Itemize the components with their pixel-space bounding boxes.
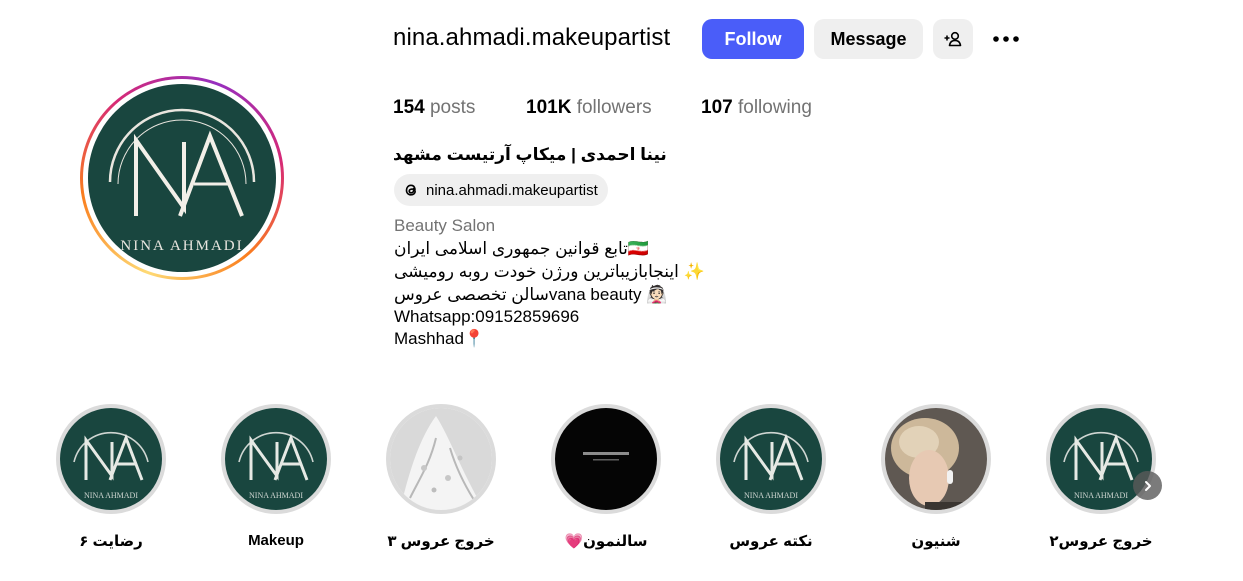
bio-line: تابع قوانین جمهوری اسلامی ایران🇮🇷 [394,239,650,258]
profile-full-name: نینا احمدی | میکاپ آرتیست مشهد [393,145,667,164]
highlight-label: رضایت ۶ [79,533,143,550]
threads-handle: nina.ahmadi.makeupartist [426,181,598,199]
highlight-cover-hair [885,408,987,510]
bio-line: اینجابازیباترین ورژن خودت روبه رومیشی ✨ [394,262,705,281]
threads-link[interactable]: nina.ahmadi.makeupartist [394,174,608,206]
story-highlight[interactable]: NINA AHMADI نکته عروس [706,404,836,550]
highlights-next-button[interactable] [1133,471,1162,500]
bio-line: Whatsapp:09152859696 [394,307,580,326]
suggested-users-button[interactable] [933,19,973,59]
more-horizontal-icon [991,34,1019,44]
threads-icon [402,181,420,199]
story-highlight[interactable]: NINA AHMADI Makeup [211,404,341,549]
bio-line: Mashhad📍 [394,329,486,348]
more-options-button[interactable] [985,26,1021,52]
story-highlight[interactable]: شنیون [871,404,1001,550]
highlight-cover-salon [555,408,657,510]
avatar-logo-image: NINA AHMADI [88,84,276,272]
followers-link[interactable]: 101K followers [526,97,652,119]
story-highlight[interactable]: خروج عروس ۳ [376,404,506,550]
highlight-label: سالنمون💗 [564,533,648,550]
highlight-cover-logo: NINA AHMADI [225,408,327,510]
highlight-label: نکته عروس [729,533,813,550]
profile-username: nina.ahmadi.makeupartist [393,24,671,51]
following-link[interactable]: 107 following [701,97,812,119]
profile-avatar[interactable]: NINA AHMADI [80,76,284,280]
svg-text:NINA AHMADI: NINA AHMADI [1074,491,1128,500]
story-highlight[interactable]: سالنمون💗 [541,404,671,550]
profile-category: Beauty Salon [394,216,496,235]
highlight-cover-logo: NINA AHMADI [720,408,822,510]
chevron-right-icon [1142,480,1154,492]
follow-button[interactable]: Follow [702,19,804,59]
highlight-cover-dress [390,408,492,510]
highlight-cover-logo: NINA AHMADI [60,408,162,510]
bio-line: سالن تخصصی عروسvana beauty 👰🏻 [394,285,668,304]
svg-text:NINA AHMADI: NINA AHMADI [84,491,138,500]
posts-count: 154 posts [393,97,476,118]
highlight-label: خروج عروس ۳ [387,533,495,550]
svg-text:NINA AHMADI: NINA AHMADI [249,491,303,500]
message-button[interactable]: Message [814,19,923,59]
highlight-label: Makeup [248,532,304,549]
story-highlight[interactable]: NINA AHMADI رضایت ۶ [46,404,176,550]
svg-text:NINA AHMADI: NINA AHMADI [744,491,798,500]
add-user-icon [933,29,973,49]
svg-text:NINA AHMADI: NINA AHMADI [120,238,243,254]
highlight-label: شنیون [911,533,961,550]
highlight-label: خروج عروس۲ [1049,533,1153,550]
